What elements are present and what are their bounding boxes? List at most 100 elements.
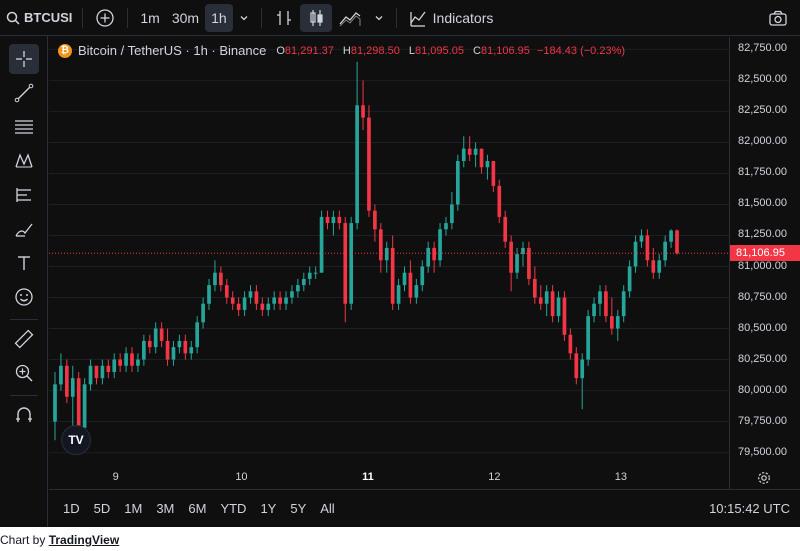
candle-body — [118, 359, 122, 366]
open-key: O — [276, 44, 285, 57]
area-icon — [339, 11, 361, 26]
tradingview-logo[interactable]: TV — [61, 425, 91, 455]
chart-type-dropdown[interactable] — [368, 4, 390, 32]
price-tick-label: 81,500.00 — [738, 197, 787, 210]
interval-30m[interactable]: 30m — [166, 4, 205, 32]
interval-1m[interactable]: 1m — [134, 4, 165, 32]
range-button-3m[interactable]: 3M — [149, 501, 181, 516]
candle-body — [142, 340, 146, 360]
candle-body — [384, 247, 389, 261]
candle-body — [615, 316, 620, 329]
fib-tool[interactable] — [9, 112, 39, 142]
candle-body — [515, 254, 519, 273]
symbol-search[interactable]: BTCUSI — [0, 4, 72, 32]
price-axis[interactable]: 82,750.00 82,500.00 82,250.00 82,000.00 81,7… — [729, 37, 800, 489]
price-tick-label: 80,000.00 — [738, 383, 787, 396]
candle-body — [598, 291, 602, 304]
forecast-icon — [16, 188, 31, 202]
range-button-6m[interactable]: 6M — [181, 501, 213, 516]
candle-body — [219, 272, 223, 286]
range-button-1m[interactable]: 1M — [117, 501, 149, 516]
emoji-tool[interactable] — [9, 282, 39, 312]
candle-body — [592, 303, 596, 317]
candle-body — [242, 297, 247, 310]
divider — [260, 7, 262, 28]
interval-dropdown[interactable] — [233, 4, 255, 32]
range-button-1y[interactable]: 1Y — [253, 501, 283, 516]
settings-gear-icon[interactable] — [757, 471, 771, 485]
candles-button[interactable] — [299, 3, 332, 32]
compare-button[interactable] — [268, 4, 300, 32]
candle-body — [438, 229, 442, 261]
candle-body — [621, 291, 626, 317]
candle-body — [100, 365, 105, 379]
magnet-tool[interactable] — [9, 400, 39, 430]
zoom-tool[interactable] — [9, 358, 39, 388]
indicators-button[interactable]: Indicators — [403, 4, 500, 32]
candle-body — [444, 223, 448, 230]
range-button-5y[interactable]: 5Y — [283, 501, 313, 516]
candle-body — [473, 148, 478, 155]
candle-body — [450, 204, 454, 224]
crosshair-icon — [16, 51, 32, 67]
candlestick-chart[interactable] — [49, 37, 729, 465]
range-button-1d[interactable]: 1D — [56, 501, 87, 516]
candle-body — [201, 303, 205, 323]
close-key: C — [473, 44, 481, 57]
text-tool[interactable] — [9, 248, 39, 278]
time-axis[interactable]: 9 10 11 12 13 — [49, 465, 729, 489]
candle-body — [189, 347, 194, 354]
attribution: Chart by TradingView — [0, 533, 119, 547]
candle-body — [639, 235, 644, 242]
clock[interactable]: 10:15:42 UTC — [709, 501, 790, 516]
price-tick-label: 80,750.00 — [738, 290, 787, 303]
candle-body — [378, 229, 383, 261]
price-tick-label: 82,750.00 — [738, 42, 787, 55]
screenshot-button[interactable] — [762, 4, 794, 32]
range-button-all[interactable]: All — [313, 501, 341, 516]
candle-body — [408, 272, 413, 298]
indicators-icon — [410, 11, 426, 27]
trendline-icon — [14, 83, 34, 103]
range-button-ytd[interactable]: YTD — [213, 501, 253, 516]
tradingview-link[interactable]: TradingView — [49, 533, 119, 547]
candle-body — [248, 291, 253, 298]
candle-body — [550, 291, 555, 317]
price-tick-label: 79,500.00 — [738, 445, 787, 458]
text-icon — [18, 256, 30, 270]
candle-body — [130, 353, 134, 366]
interval-1h[interactable]: 1h — [205, 3, 233, 32]
candle-body — [260, 303, 265, 310]
symbol-name: BTCUSI — [24, 10, 73, 25]
candle-body — [491, 161, 496, 186]
add-symbol-button[interactable] — [89, 4, 121, 32]
area-chart-button[interactable] — [332, 4, 368, 32]
drawing-toolbar — [0, 36, 48, 527]
candle-body — [82, 384, 87, 428]
divider — [10, 319, 38, 320]
camera-icon — [769, 10, 787, 26]
crosshair-tool[interactable] — [9, 44, 39, 74]
trendline-tool[interactable] — [9, 78, 39, 108]
interval-label: 1h — [211, 9, 227, 26]
price-tick-label: 81,000.00 — [738, 259, 787, 272]
forecast-tool[interactable] — [9, 180, 39, 210]
candle-body — [65, 365, 69, 397]
candle-body — [159, 328, 164, 341]
ruler-tool[interactable] — [9, 324, 39, 354]
candle-body — [580, 359, 585, 379]
candle-body — [153, 328, 158, 348]
candle-body — [467, 148, 472, 155]
top-toolbar: BTCUSI 1m 30m 1h Indicators — [0, 0, 800, 36]
candle-body — [224, 285, 229, 298]
candle-body — [70, 378, 75, 397]
divider — [10, 395, 38, 396]
candle-body — [319, 216, 324, 273]
candle-body — [284, 297, 288, 304]
range-button-5d[interactable]: 5D — [87, 501, 118, 516]
brush-tool[interactable] — [9, 214, 39, 244]
zoom-icon — [15, 364, 33, 382]
candle-body — [657, 260, 662, 273]
pattern-tool[interactable] — [9, 146, 39, 176]
candle-body — [568, 334, 573, 354]
